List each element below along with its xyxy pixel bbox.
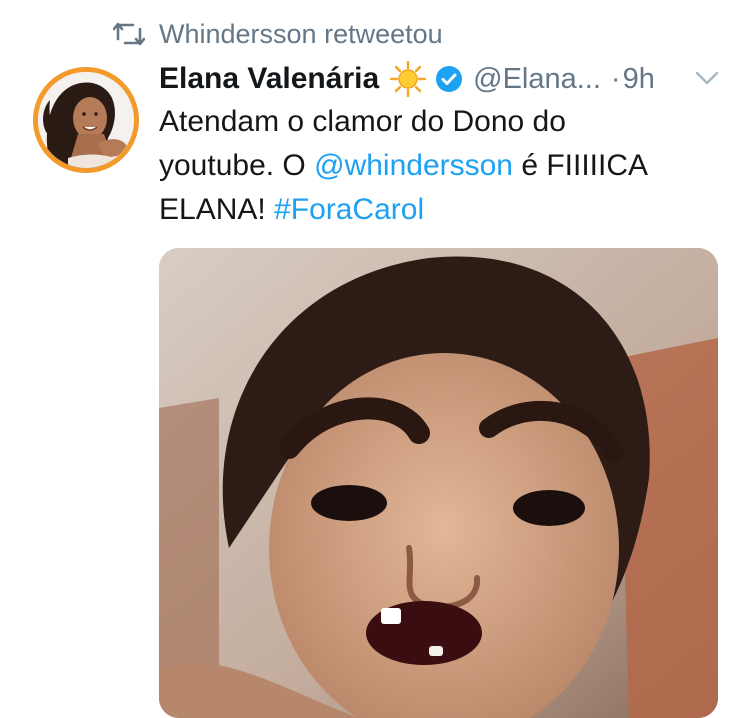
mention-link[interactable]: @whindersson (314, 149, 513, 182)
tweet-text: Atendam o clamor do Dono do youtube. O @… (159, 100, 729, 232)
hashtag-link[interactable]: #ForaCarol (274, 193, 424, 226)
avatar-photo (38, 72, 134, 168)
tweet-text-segment: é FIIIIICA (513, 149, 649, 182)
retweet-icon (113, 22, 145, 46)
tweet-text-line: youtube. O @whindersson é FIIIIICA (159, 144, 729, 188)
separator-dot: · (610, 62, 621, 95)
sun-emoji-icon (389, 60, 427, 98)
tweet-media-video[interactable] (159, 248, 718, 718)
tweet-text-segment: youtube. O (159, 149, 315, 182)
author-name[interactable]: Elana Valenária (159, 62, 379, 96)
avatar[interactable] (33, 67, 139, 173)
retweet-label[interactable]: Whindersson retweetou (159, 19, 443, 50)
tweet-timestamp[interactable]: 9h (623, 63, 655, 96)
tweet-text-line: ELANA! #ForaCarol (159, 188, 729, 232)
media-frame (159, 248, 718, 718)
retweet-context[interactable]: Whindersson retweetou (113, 16, 443, 52)
tweet-header: Elana Valenária @Elana... · 9h (159, 58, 655, 100)
tweet-text-line: Atendam o clamor do Dono do (159, 105, 566, 138)
author-handle[interactable]: @Elana... (473, 63, 601, 96)
chevron-down-icon[interactable] (694, 67, 720, 89)
verified-badge-icon (436, 66, 463, 92)
tweet-text-segment: ELANA! (159, 193, 275, 226)
